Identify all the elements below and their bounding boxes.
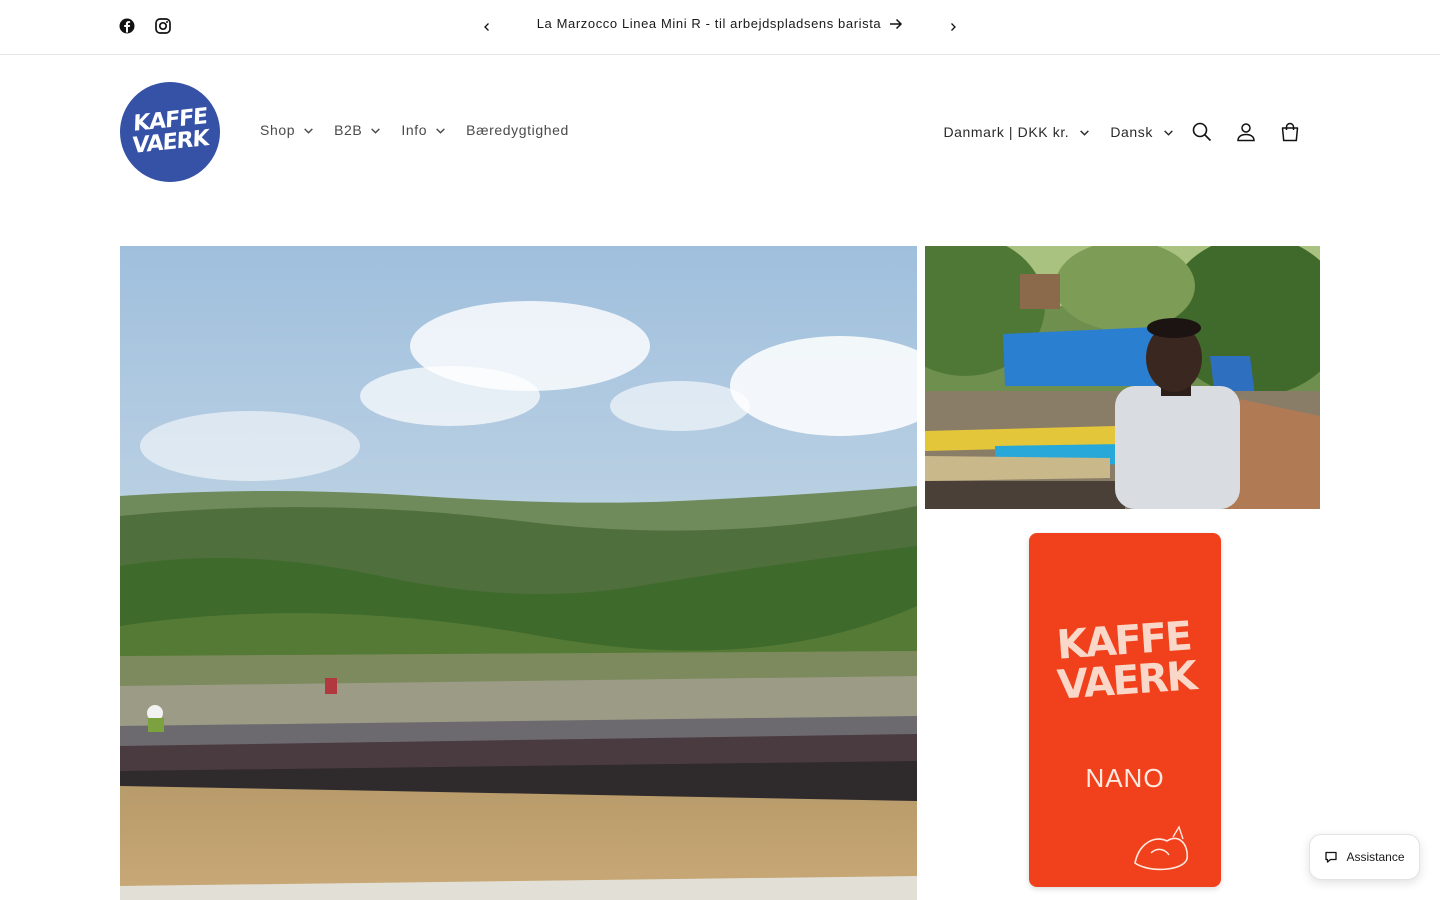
account-icon [1237,123,1255,142]
bag-brand-line2: VAERK [1055,653,1197,709]
nav-item-label: Bæredygtighed [466,122,569,138]
chevron-down-icon [1164,129,1173,136]
nav-item-sustainability[interactable]: Bæredygtighed [466,122,569,138]
chevron-down-icon [371,127,381,134]
announcement-prev-button[interactable] [477,17,497,37]
cart-icon [1281,122,1299,142]
drying-beds-landscape-image[interactable] [120,246,917,900]
main-nav: Shop B2B Info Bæredygtighed [260,122,589,138]
instagram-icon[interactable] [154,17,172,35]
country-selector-label: Danmark | DKK kr. [943,124,1070,140]
announcement-link[interactable]: La Marzocco Linea Mini R - til arbejdspl… [520,16,920,31]
assistance-label: Assistance [1346,850,1405,864]
product-bag-image[interactable]: KAFFE VAERK NANO [925,517,1320,900]
bag-illustration-icon [1134,825,1189,871]
coffee-bag: KAFFE VAERK NANO [1029,533,1221,887]
announcement-text: La Marzocco Linea Mini R - til arbejdspl… [536,16,882,31]
chat-bubble-icon [1325,851,1338,863]
nav-item-b2b[interactable]: B2B [334,122,381,138]
chevron-down-icon [1080,129,1090,136]
account-button[interactable] [1224,114,1268,150]
bag-product-name: NANO [1085,763,1165,793]
search-button[interactable] [1180,114,1224,150]
site-logo[interactable]: KAFFE VAERK [120,82,220,182]
bag-brand-text: KAFFE VAERK [1026,613,1223,709]
assistance-button[interactable]: Assistance [1309,834,1420,880]
country-selector[interactable]: Danmark | DKK kr. [943,114,1090,150]
chevron-down-icon [436,127,445,134]
language-selector[interactable]: Dansk [1110,114,1174,150]
chevron-down-icon [304,127,313,134]
nav-item-label: Shop [260,122,296,138]
farmer-photo [925,246,1320,509]
nav-item-info[interactable]: Info [401,122,446,138]
chevron-left-icon [484,23,489,31]
nav-item-shop[interactable]: Shop [260,122,314,138]
search-icon [1192,122,1212,142]
chevron-right-icon [951,23,956,31]
logo-text-line2: VAERK [131,125,209,160]
language-selector-label: Dansk [1110,124,1153,140]
arrow-right-icon [890,18,903,29]
nav-item-label: B2B [334,122,363,138]
cart-button[interactable] [1268,114,1312,150]
announcement-next-button[interactable] [943,17,963,37]
farmer-portrait-image[interactable] [925,246,1320,509]
facebook-icon[interactable] [118,17,136,35]
header-actions: Danmark | DKK kr. Dansk [943,114,1312,150]
social-links [118,17,172,35]
landscape-photo [120,246,917,900]
announcement-bar: La Marzocco Linea Mini R - til arbejdspl… [0,0,1440,55]
nav-item-label: Info [401,122,428,138]
